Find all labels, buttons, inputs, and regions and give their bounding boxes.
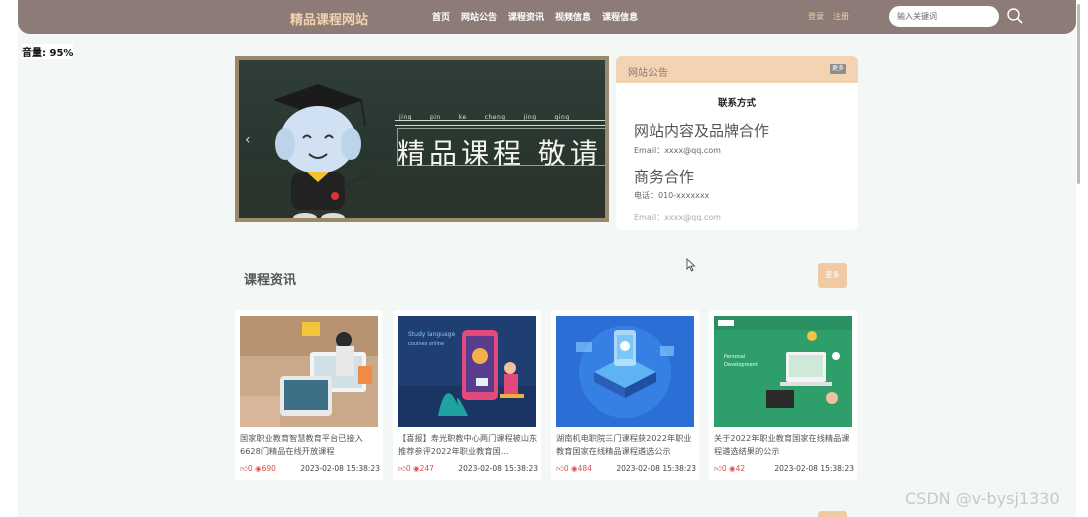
nav-item-notices[interactable]: 网站公告 bbox=[461, 10, 497, 23]
news-card-title[interactable]: 国家职业教育智慧教育平台已接入6628门精品在线开放课程 bbox=[240, 432, 380, 458]
nav-item-videos[interactable]: 视频信息 bbox=[555, 10, 591, 23]
view-count: 42 bbox=[735, 464, 746, 473]
news-card-title[interactable]: 关于2022年职业教育国家在线精品课程遴选结果的公示 bbox=[714, 432, 854, 458]
news-card-title[interactable]: 【喜报】寿光职教中心两门课程被山东推荐参评2022年职业教育国... bbox=[398, 432, 538, 458]
news-thumbnail-image: Personal Development bbox=[714, 316, 852, 427]
nav-item-course-news[interactable]: 课程资讯 bbox=[508, 10, 544, 23]
like-count: 0 bbox=[563, 464, 569, 473]
notice-title: 网站公告 bbox=[628, 68, 668, 79]
search-icon[interactable] bbox=[1006, 7, 1024, 25]
notice-email-2: Email：xxxx@qq.com bbox=[634, 213, 721, 222]
news-thumbnail-image bbox=[556, 316, 694, 427]
next-section-more-button[interactable] bbox=[818, 511, 847, 517]
news-card-date: 2023-02-08 15:38:23 bbox=[300, 464, 380, 473]
news-card-stats: 👍︎0 ◉247 bbox=[398, 464, 434, 474]
notice-email-1: Email：xxxx@qq.com bbox=[634, 146, 721, 155]
volume-overlay: 音量: 95% bbox=[22, 44, 74, 59]
news-card-title[interactable]: 湖南机电职院三门课程获2022年职业教育国家在线精品课程遴选公示 bbox=[556, 432, 696, 458]
like-icon[interactable]: 👍︎ bbox=[714, 464, 722, 473]
page-background: 精品课程网站 首页 网站公告 课程资讯 视频信息 课程信息 登录 注册 ‹ bbox=[18, 0, 1076, 517]
svg-text:courses online: courses online bbox=[408, 341, 444, 347]
like-icon[interactable]: 👍︎ bbox=[398, 464, 406, 473]
like-count: 0 bbox=[247, 464, 253, 473]
site-brand[interactable]: 精品课程网站 bbox=[290, 9, 368, 28]
nav-item-courses[interactable]: 课程信息 bbox=[602, 10, 638, 23]
section-title-course-news: 课程资讯 bbox=[244, 273, 297, 288]
news-card-date: 2023-02-08 15:38:23 bbox=[616, 464, 696, 473]
login-link[interactable]: 登录 bbox=[808, 11, 824, 22]
news-card-date: 2023-02-08 15:38:23 bbox=[774, 464, 854, 473]
notice-subtitle: 联系方式 bbox=[717, 98, 756, 109]
news-card-stats: 👍︎0 ◉484 bbox=[556, 464, 592, 474]
notice-header: 网站公告 更多 bbox=[616, 56, 858, 83]
view-count: 484 bbox=[577, 464, 592, 473]
graduate-mascot-image bbox=[273, 84, 372, 218]
svg-text:Personal: Personal bbox=[724, 354, 745, 360]
news-card-date: 2023-02-08 15:38:23 bbox=[458, 464, 538, 473]
main-nav: 首页 网站公告 课程资讯 视频信息 课程信息 bbox=[432, 10, 638, 23]
news-more-button[interactable]: 更多 bbox=[818, 263, 847, 288]
like-icon[interactable]: 👍︎ bbox=[240, 464, 248, 473]
news-card[interactable]: Study language courses online 【喜报】寿光职教中心… bbox=[393, 310, 541, 480]
mouse-cursor-icon bbox=[686, 258, 696, 272]
news-card-stats: 👍︎0 ◉42 bbox=[714, 464, 745, 474]
news-card[interactable]: 湖南机电职院三门课程获2022年职业教育国家在线精品课程遴选公示 👍︎0 ◉48… bbox=[551, 310, 699, 480]
like-count: 0 bbox=[721, 464, 727, 473]
svg-text:Study language: Study language bbox=[408, 331, 455, 338]
like-count: 0 bbox=[405, 464, 411, 473]
scrollbar-thumb[interactable] bbox=[1077, 4, 1080, 184]
svg-text:Development: Development bbox=[724, 362, 758, 368]
search-input[interactable] bbox=[889, 6, 999, 27]
banner-title: 精品课程 敬请 bbox=[397, 137, 602, 170]
watermark: CSDN @v-bysj1330 bbox=[905, 489, 1060, 508]
auth-links: 登录 注册 bbox=[808, 11, 849, 22]
notice-heading-partnership: 网站内容及品牌合作 bbox=[634, 122, 770, 140]
nav-item-home[interactable]: 首页 bbox=[432, 10, 450, 23]
news-card[interactable]: Personal Development 关于2022年职业教育国家在线精品课程… bbox=[709, 310, 857, 480]
carousel-prev-icon[interactable]: ‹ bbox=[245, 132, 251, 148]
notice-more-button[interactable]: 更多 bbox=[830, 64, 846, 74]
notice-heading-business: 商务合作 bbox=[634, 168, 695, 186]
news-thumbnail-image bbox=[240, 316, 378, 427]
notice-phone: 电话：010-xxxxxxx bbox=[634, 191, 710, 200]
notice-panel: 网站公告 更多 联系方式 网站内容及品牌合作 Email：xxxx@qq.com… bbox=[616, 56, 858, 230]
pinyin-guide-lines bbox=[395, 120, 605, 126]
news-thumbnail-image: Study language courses online bbox=[398, 316, 536, 427]
view-count: 690 bbox=[261, 464, 276, 473]
banner-carousel[interactable]: ‹ jing pin ke cheng jing qing 精品课程 敬请 bbox=[235, 56, 609, 222]
news-card[interactable]: 国家职业教育智慧教育平台已接入6628门精品在线开放课程 👍︎0 ◉690 20… bbox=[235, 310, 383, 480]
register-link[interactable]: 注册 bbox=[833, 11, 849, 22]
like-icon[interactable]: 👍︎ bbox=[556, 464, 564, 473]
view-count: 247 bbox=[419, 464, 434, 473]
news-card-stats: 👍︎0 ◉690 bbox=[240, 464, 276, 474]
top-navbar: 精品课程网站 首页 网站公告 课程资讯 视频信息 课程信息 登录 注册 bbox=[18, 0, 1076, 34]
